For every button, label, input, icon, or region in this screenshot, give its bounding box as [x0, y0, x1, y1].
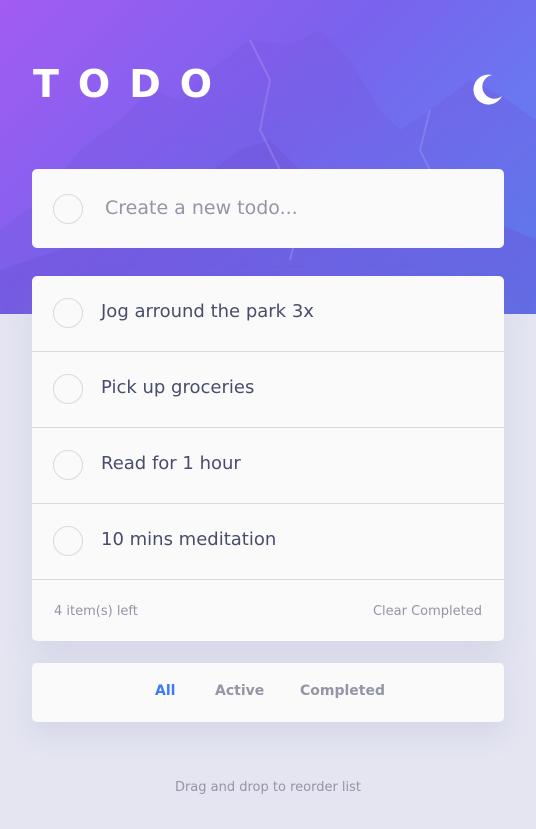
- todo-item[interactable]: Jog arround the park 3x: [32, 276, 504, 352]
- new-todo-input[interactable]: [105, 189, 485, 227]
- new-todo-checkbox[interactable]: [53, 194, 83, 224]
- todo-checkbox[interactable]: [53, 450, 83, 480]
- reorder-hint: Drag and drop to reorder list: [174, 780, 362, 795]
- todo-app: TODO Jog arround the park 3x Pick up gro…: [0, 0, 536, 829]
- new-todo-card: [32, 169, 504, 248]
- hero-background: [0, 0, 536, 314]
- todo-item[interactable]: 10 mins meditation: [32, 504, 504, 580]
- filter-all-button[interactable]: All: [155, 683, 175, 699]
- todo-item[interactable]: Pick up groceries: [32, 352, 504, 428]
- todo-list: Jog arround the park 3x Pick up grocerie…: [32, 276, 504, 641]
- todo-checkbox[interactable]: [53, 374, 83, 404]
- filter-active-button[interactable]: Active: [215, 683, 264, 699]
- todo-text: Pick up groceries: [101, 377, 255, 398]
- todo-checkbox[interactable]: [53, 298, 83, 328]
- filter-completed-button[interactable]: Completed: [300, 683, 385, 699]
- todo-text: 10 mins meditation: [101, 529, 277, 550]
- app-title: TODO: [33, 62, 232, 106]
- todo-text: Read for 1 hour: [101, 453, 241, 474]
- theme-toggle-button[interactable]: [470, 72, 504, 106]
- mountain-background-image: [0, 30, 536, 314]
- list-footer: 4 item(s) left Clear Completed: [32, 581, 504, 641]
- clear-completed-button[interactable]: Clear Completed: [373, 604, 482, 619]
- todo-checkbox[interactable]: [53, 526, 83, 556]
- todo-text: Jog arround the park 3x: [101, 301, 314, 322]
- moon-icon: [473, 74, 502, 105]
- items-left-count: 4 item(s) left: [54, 604, 138, 619]
- filter-bar: All Active Completed: [32, 663, 504, 722]
- todo-item[interactable]: Read for 1 hour: [32, 428, 504, 504]
